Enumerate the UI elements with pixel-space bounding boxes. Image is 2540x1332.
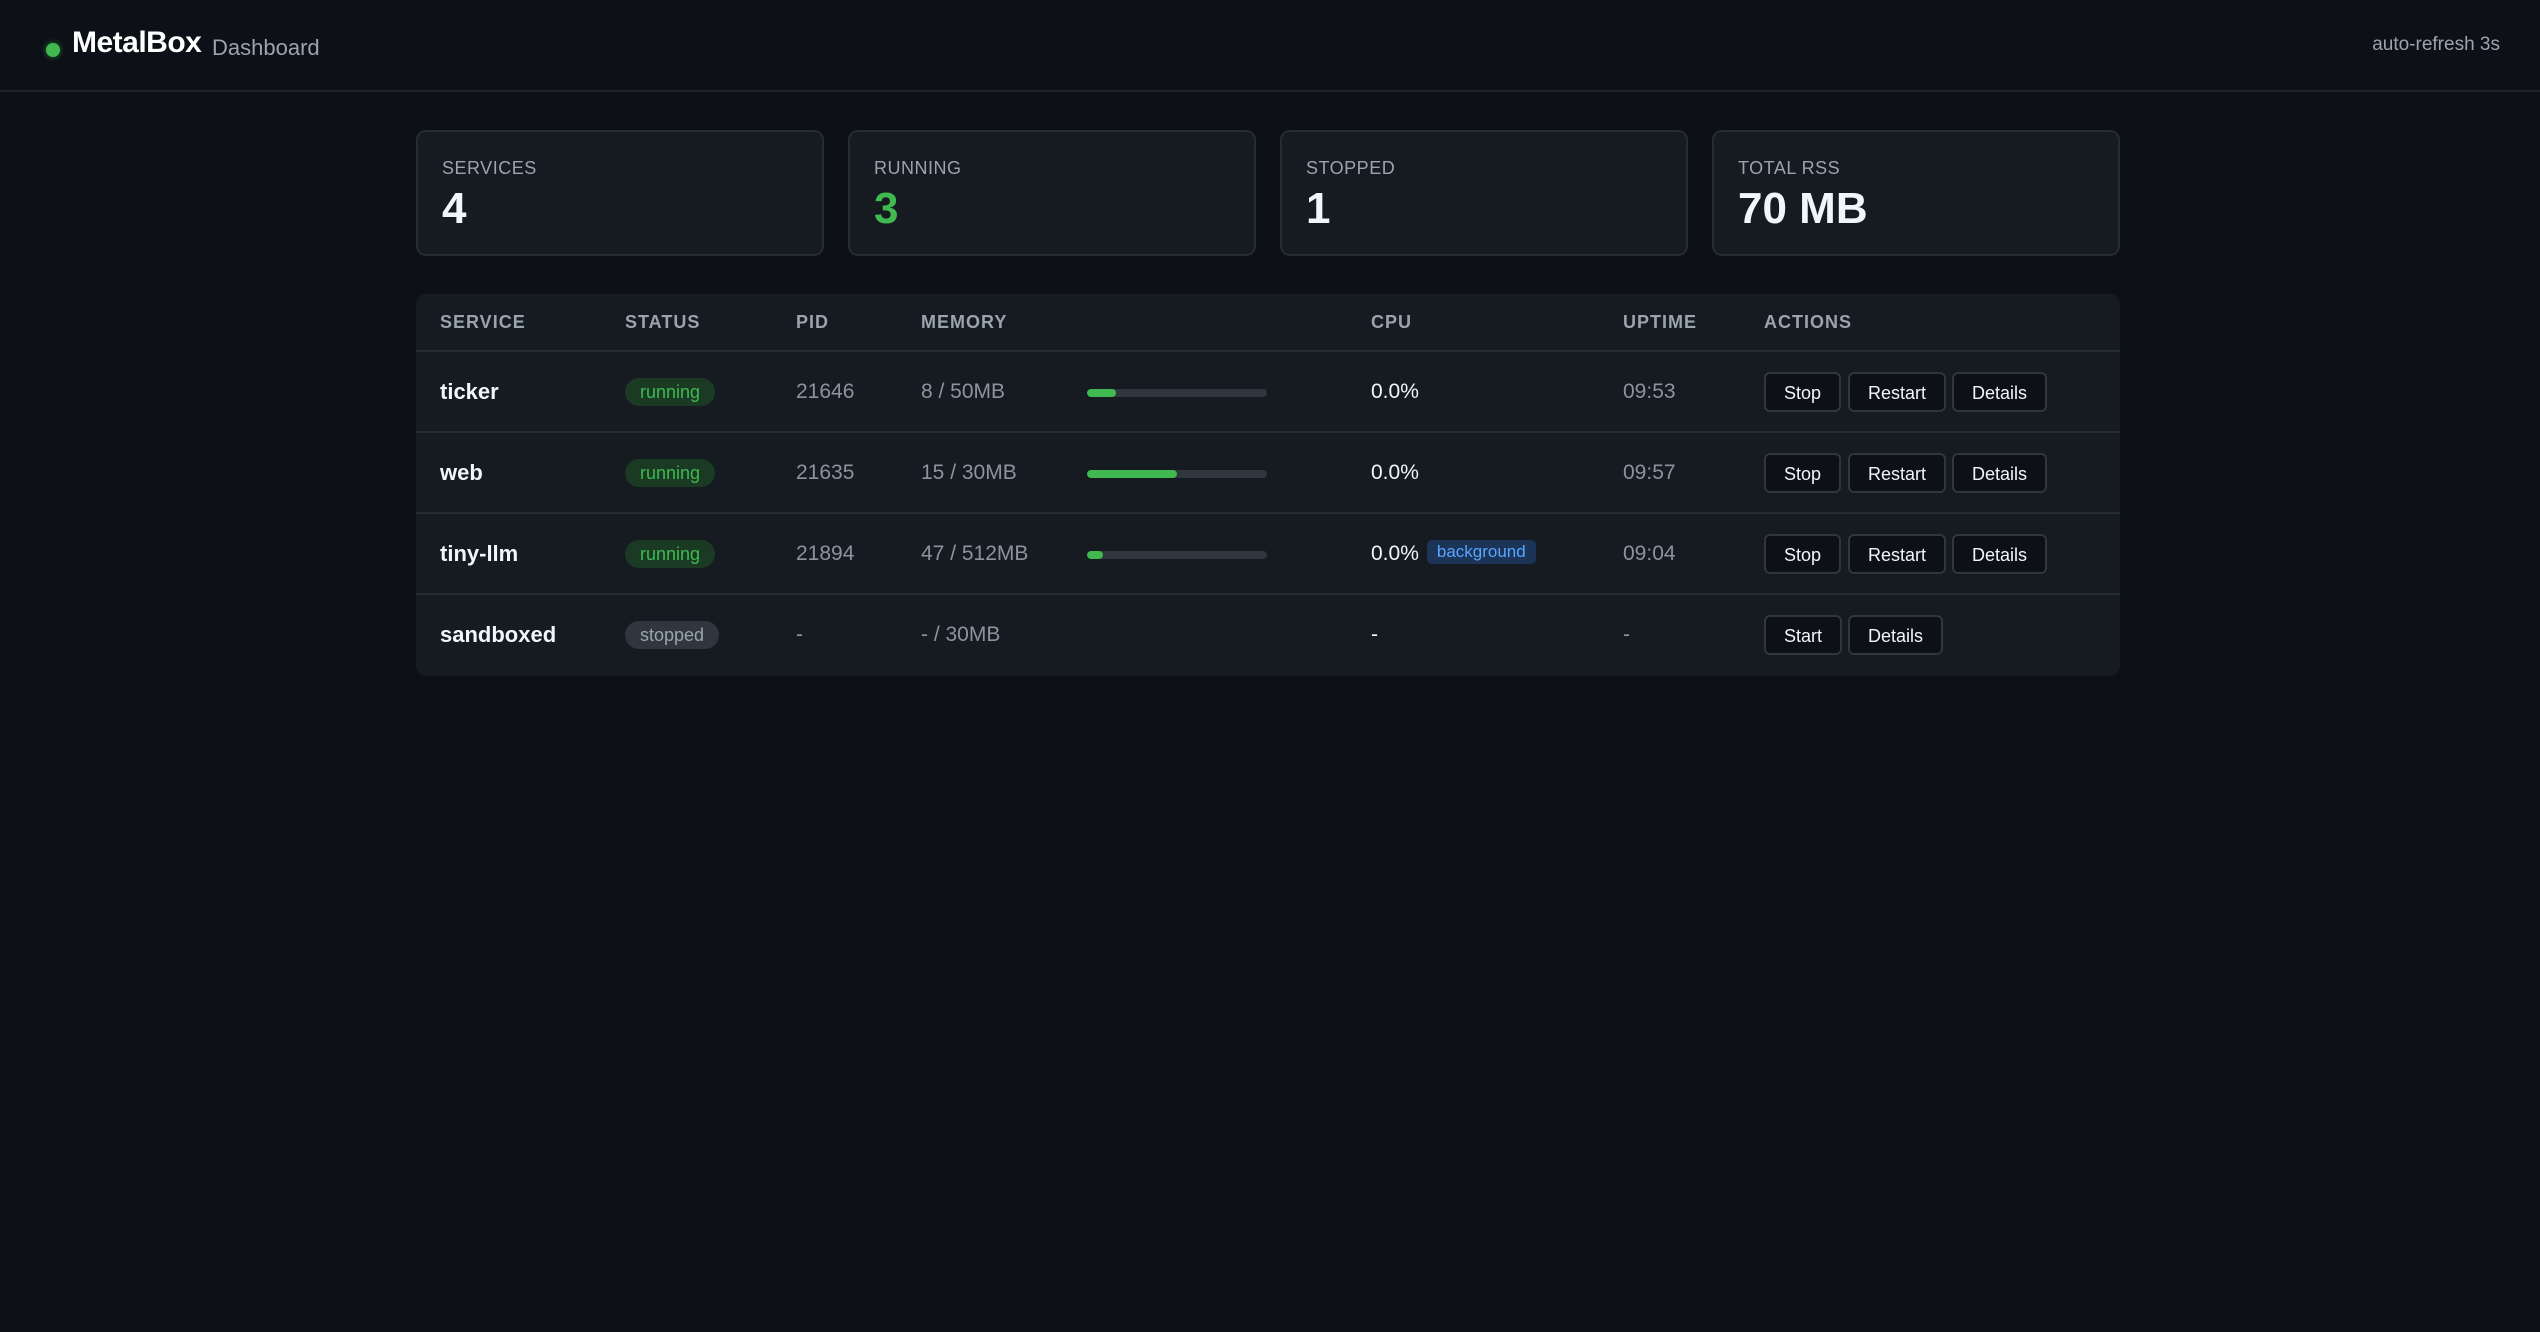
- auto-refresh-indicator: auto-refresh 3s: [2372, 34, 2500, 55]
- memory-bar: [1087, 389, 1267, 397]
- stop-button[interactable]: Stop: [1764, 453, 1842, 493]
- cpu-cell: 0.0% background: [1371, 514, 1536, 594]
- memory-bar-fill: [1087, 389, 1116, 397]
- status-badge: running: [625, 378, 716, 406]
- brand-name: MetalBox: [72, 26, 202, 59]
- details-button[interactable]: Details: [1952, 534, 2048, 574]
- uptime-value: 09:57: [1623, 461, 1676, 484]
- memory-bar: [1087, 470, 1267, 478]
- top-bar: MetalBox Dashboard auto-refresh 3s: [0, 0, 2540, 92]
- table-row: ticker running 21646 8 / 50MB 0.0% 09:53…: [416, 352, 2120, 433]
- memory-value: 8 / 50MB: [921, 380, 1006, 403]
- column-header-memory[interactable]: MEMORY: [921, 294, 1007, 350]
- table-row: web running 21635 15 / 30MB 0.0% 09:57 S…: [416, 433, 2120, 514]
- service-name[interactable]: web: [440, 433, 483, 513]
- details-button[interactable]: Details: [1848, 615, 1944, 655]
- start-button[interactable]: Start: [1764, 615, 1843, 655]
- uptime-value: 09:53: [1623, 380, 1676, 403]
- stat-card-running: RUNNING 3: [848, 130, 1256, 256]
- details-button[interactable]: Details: [1952, 372, 2048, 412]
- column-header-status[interactable]: STATUS: [625, 294, 700, 350]
- stat-label: TOTAL RSS: [1738, 158, 1841, 178]
- memory-bar-fill: [1087, 551, 1104, 559]
- stat-card-total-rss: TOTAL RSS 70 MB: [1712, 130, 2120, 256]
- column-header-cpu[interactable]: CPU: [1371, 294, 1412, 350]
- status-badge: stopped: [625, 621, 720, 649]
- memory-value: 47 / 512MB: [921, 542, 1029, 565]
- details-button[interactable]: Details: [1952, 453, 2048, 493]
- service-name[interactable]: tiny-llm: [440, 514, 518, 594]
- pid-value: 21646: [796, 380, 855, 403]
- services-table: SERVICE STATUS PID MEMORY CPU UPTIME ACT…: [416, 294, 2120, 676]
- restart-button[interactable]: Restart: [1848, 453, 1947, 493]
- stats-row: SERVICES 4 RUNNING 3 STOPPED 1 TOTAL RSS…: [416, 130, 2120, 256]
- stop-button[interactable]: Stop: [1764, 534, 1842, 574]
- column-header-pid[interactable]: PID: [796, 294, 829, 350]
- page-subtitle: Dashboard: [212, 35, 320, 60]
- table-row: tiny-llm running 21894 47 / 512MB 0.0% ba…: [416, 514, 2120, 595]
- status-badge: running: [625, 540, 716, 568]
- background-tag: background: [1426, 540, 1536, 565]
- stat-value: 70 MB: [1738, 184, 1868, 233]
- table-row: sandboxed stopped - - / 30MB - - Start D…: [416, 595, 2120, 676]
- pid-value: 21894: [796, 542, 855, 565]
- memory-bar: [1087, 551, 1267, 559]
- stop-button[interactable]: Stop: [1764, 372, 1842, 412]
- stat-label: STOPPED: [1306, 158, 1396, 178]
- stat-label: RUNNING: [874, 158, 962, 178]
- memory-bar-fill: [1087, 470, 1177, 478]
- pid-value: -: [796, 623, 803, 646]
- service-name[interactable]: sandboxed: [440, 595, 556, 675]
- stat-label: SERVICES: [442, 158, 537, 178]
- cpu-value: 0.0%: [1371, 542, 1419, 565]
- column-header-service[interactable]: SERVICE: [440, 294, 526, 350]
- restart-button[interactable]: Restart: [1848, 372, 1947, 412]
- column-header-actions: ACTIONS: [1764, 312, 1852, 332]
- cpu-value: -: [1371, 623, 1378, 646]
- cpu-value: 0.0%: [1371, 380, 1419, 403]
- uptime-value: -: [1623, 623, 1630, 646]
- stat-value: 1: [1306, 184, 1331, 233]
- uptime-value: 09:04: [1623, 542, 1676, 565]
- stat-card-stopped: STOPPED 1: [1280, 130, 1688, 256]
- memory-value: - / 30MB: [921, 623, 1001, 646]
- column-header-uptime[interactable]: UPTIME: [1623, 294, 1697, 350]
- status-dot-icon: [46, 43, 60, 57]
- restart-button[interactable]: Restart: [1848, 534, 1947, 574]
- status-badge: running: [625, 459, 716, 487]
- cpu-value: 0.0%: [1371, 461, 1419, 484]
- stat-value: 3: [874, 184, 899, 233]
- memory-value: 15 / 30MB: [921, 461, 1017, 484]
- service-name[interactable]: ticker: [440, 352, 499, 432]
- stat-card-services: SERVICES 4: [416, 130, 824, 256]
- pid-value: 21635: [796, 461, 855, 484]
- stat-value: 4: [442, 184, 467, 233]
